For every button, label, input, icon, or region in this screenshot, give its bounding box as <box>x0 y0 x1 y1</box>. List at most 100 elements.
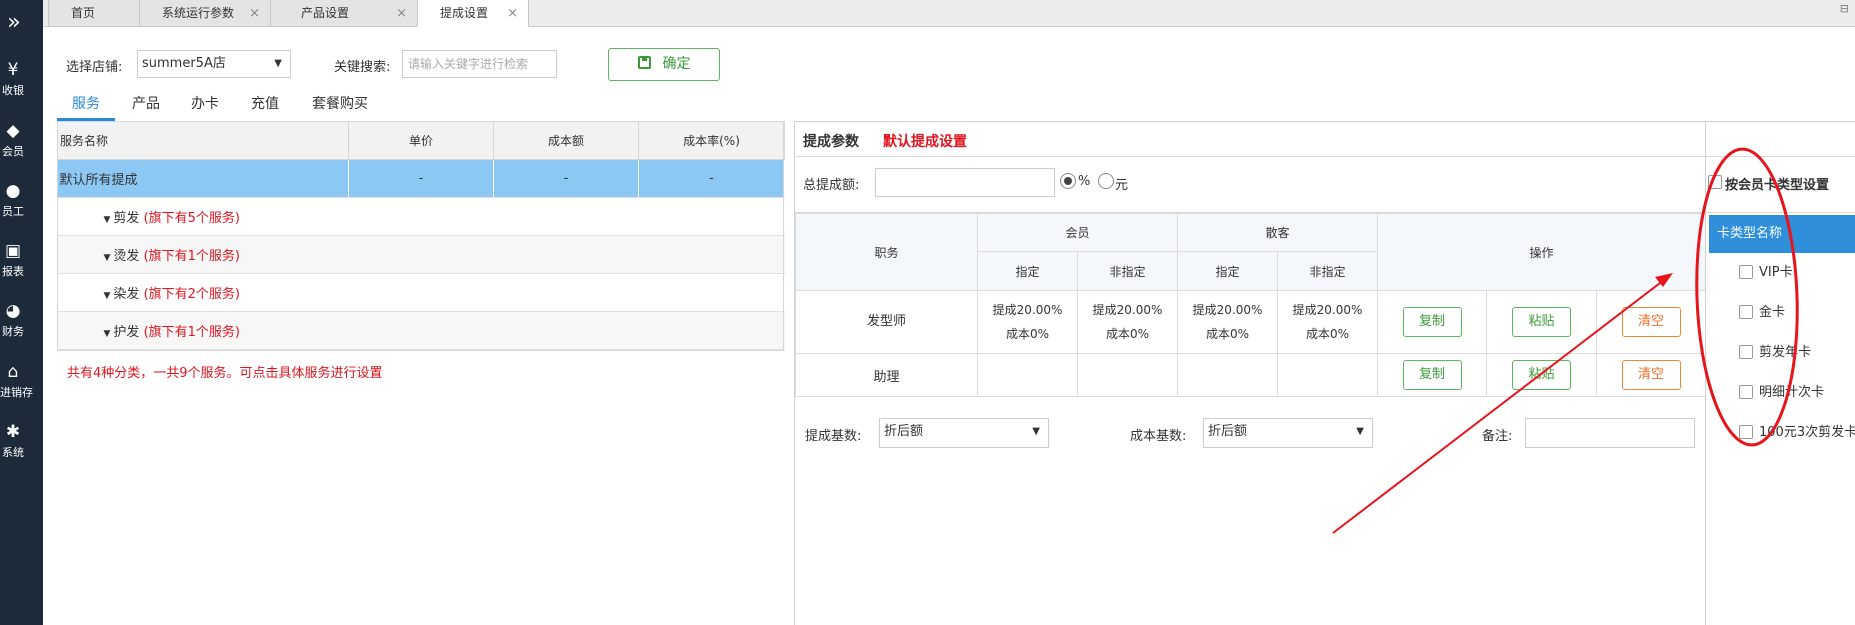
commission-cell[interactable]: 提成20.00% 成本0% <box>1177 290 1279 354</box>
caret-down-icon[interactable]: ▼ <box>104 253 111 263</box>
commission-cell[interactable]: 提成20.00% 成本0% <box>977 290 1078 354</box>
nav-item-inventory[interactable]: ⌂ 进销存 <box>0 362 33 400</box>
cost-base-select[interactable]: 折后额 ▼ <box>1203 418 1373 448</box>
nav-item-report[interactable]: ▣ 报表 <box>0 241 26 279</box>
card-checkbox[interactable] <box>1739 305 1753 319</box>
nav-item-finance[interactable]: ◕ 财务 <box>0 301 26 339</box>
caret-down-icon[interactable]: ▼ <box>104 215 111 225</box>
shop-select-value: summer5A店 <box>142 56 226 71</box>
confirm-button[interactable]: 确定 <box>608 48 720 81</box>
card-type-name: 明细计次卡 <box>1759 385 1825 400</box>
card-type-item[interactable]: 金卡 <box>1709 293 1855 333</box>
search-placeholder: 请输入关键字进行检索 <box>408 57 529 71</box>
table-row[interactable]: ▼ 染发 (旗下有2个服务) <box>57 273 785 312</box>
base-label: 提成基数: <box>805 429 862 444</box>
table-row[interactable]: ▼ 护发 (旗下有1个服务) <box>57 311 785 350</box>
search-input[interactable]: 请输入关键字进行检索 <box>402 50 557 78</box>
double-chevron-right-icon[interactable]: » <box>0 10 28 35</box>
paste-button[interactable]: 粘贴 <box>1512 307 1572 337</box>
tab-commission-settings[interactable]: 提成设置 × <box>417 0 529 27</box>
total-commission-input[interactable] <box>875 168 1055 197</box>
copy-button[interactable]: 复制 <box>1402 360 1462 390</box>
table-row-default[interactable]: 默认所有提成 - - - <box>57 159 785 198</box>
row-name: 默认所有提成 <box>57 159 349 198</box>
tab-product-settings[interactable]: 产品设置 × <box>270 0 418 27</box>
service-summary: 共有4种分类，一共9个服务。可点击具体服务进行设置 <box>67 366 383 381</box>
group-name: 剪发 <box>113 211 140 226</box>
commission-cell[interactable] <box>1076 353 1179 397</box>
commission-cell[interactable] <box>1177 353 1279 397</box>
card-checkbox[interactable] <box>1739 265 1753 279</box>
cell-cost: 成本0% <box>1205 327 1250 341</box>
card-checkbox[interactable] <box>1739 385 1753 399</box>
tab-package[interactable]: 套餐购买 <box>305 93 375 121</box>
col-price: 单价 <box>348 121 494 160</box>
remark-input[interactable] <box>1525 418 1695 448</box>
home-icon: ⌂ <box>7 362 19 382</box>
card-panel-divider <box>1705 121 1706 625</box>
commission-cell[interactable]: 提成20.00% 成本0% <box>1277 290 1379 354</box>
commission-cell[interactable]: 提成20.00% 成本0% <box>1076 290 1179 354</box>
tab-service[interactable]: 服务 <box>57 93 115 121</box>
card-type-item[interactable]: VIP卡 <box>1709 253 1855 293</box>
col-member-assigned: 指定 <box>977 251 1078 291</box>
clear-button[interactable]: 清空 <box>1621 360 1681 390</box>
paste-button[interactable]: 粘贴 <box>1512 360 1572 390</box>
tab-label: 系统运行参数 <box>162 6 235 20</box>
cell-cost: 成本0% <box>1306 327 1350 341</box>
nav-item-system[interactable]: ✱ 系统 <box>0 422 26 460</box>
commission-cell[interactable] <box>1277 353 1379 397</box>
base-select[interactable]: 折后额 ▼ <box>879 418 1049 448</box>
commission-table: 职务 会员 散客 操作 指定 非指定 指定 非指定 发型师 提成20.00% 成本… <box>795 213 1707 397</box>
caret-down-icon[interactable]: ▼ <box>104 329 111 339</box>
commission-cell[interactable] <box>977 353 1078 397</box>
col-operations: 操作 <box>1377 213 1707 291</box>
cell-commission: 提成20.00% <box>1092 303 1163 317</box>
nav-item-cashier[interactable]: ¥ 收银 <box>0 60 26 98</box>
table-row[interactable]: ▼ 烫发 (旗下有1个服务) <box>57 235 785 274</box>
caret-down-icon: ▼ <box>274 58 282 69</box>
tab-recharge[interactable]: 充值 <box>241 93 289 121</box>
user-icon: ● <box>5 181 21 201</box>
shop-select[interactable]: summer5A店 ▼ <box>137 50 291 78</box>
nav-label: 会员 <box>2 145 24 158</box>
default-settings-title: 默认提成设置 <box>883 134 967 150</box>
card-type-name: 金卡 <box>1759 305 1786 320</box>
nav-item-staff[interactable]: ● 员工 <box>0 181 26 219</box>
cost-base-label: 成本基数: <box>1130 429 1187 444</box>
card-type-item[interactable]: 剪发年卡 <box>1709 333 1855 373</box>
tab-home[interactable]: 首页 <box>48 0 140 27</box>
radio-percent[interactable] <box>1060 173 1076 189</box>
nav-item-member[interactable]: ◆ 会员 <box>0 121 26 159</box>
unit-percent: % <box>1078 174 1091 189</box>
lock-icon[interactable]: ⊟ <box>1840 2 1849 15</box>
shop-label: 选择店铺: <box>66 60 123 75</box>
tab-product[interactable]: 产品 <box>122 93 170 121</box>
row-cost: - <box>493 159 639 198</box>
card-checkbox[interactable] <box>1739 425 1753 439</box>
radio-yuan[interactable] <box>1098 173 1114 189</box>
col-member-unassigned: 非指定 <box>1076 251 1179 291</box>
tab-card[interactable]: 办卡 <box>181 93 229 121</box>
close-icon[interactable]: × <box>396 0 407 27</box>
close-icon[interactable]: × <box>249 0 260 27</box>
params-title: 提成参数 <box>803 134 859 150</box>
card-type-item[interactable]: 明细计次卡 <box>1709 373 1855 413</box>
remark-label: 备注: <box>1482 429 1513 444</box>
caret-down-icon[interactable]: ▼ <box>104 291 111 301</box>
table-row-stylist: 发型师 提成20.00% 成本0% 提成20.00% 成本0% 提成20.00% 成本… <box>795 290 1707 354</box>
position-name: 助理 <box>795 353 978 397</box>
col-member: 会员 <box>976 213 1179 252</box>
table-row[interactable]: ▼ 剪发 (旗下有5个服务) <box>57 197 785 236</box>
card-checkbox[interactable] <box>1739 345 1753 359</box>
clear-button[interactable]: 清空 <box>1621 307 1681 337</box>
close-icon[interactable]: × <box>507 0 518 27</box>
copy-button[interactable]: 复制 <box>1402 307 1462 337</box>
tab-bar: 首页 系统运行参数 × 产品设置 × 提成设置 × ⊟ <box>43 0 1855 27</box>
caret-down-icon: ▼ <box>1356 426 1364 437</box>
tab-system-params[interactable]: 系统运行参数 × <box>139 0 271 27</box>
divider <box>795 156 1855 157</box>
cost-base-select-value: 折后额 <box>1208 424 1248 439</box>
by-card-type-checkbox[interactable] <box>1708 175 1722 189</box>
card-type-item[interactable]: 100元3次剪发卡 <box>1709 413 1855 453</box>
